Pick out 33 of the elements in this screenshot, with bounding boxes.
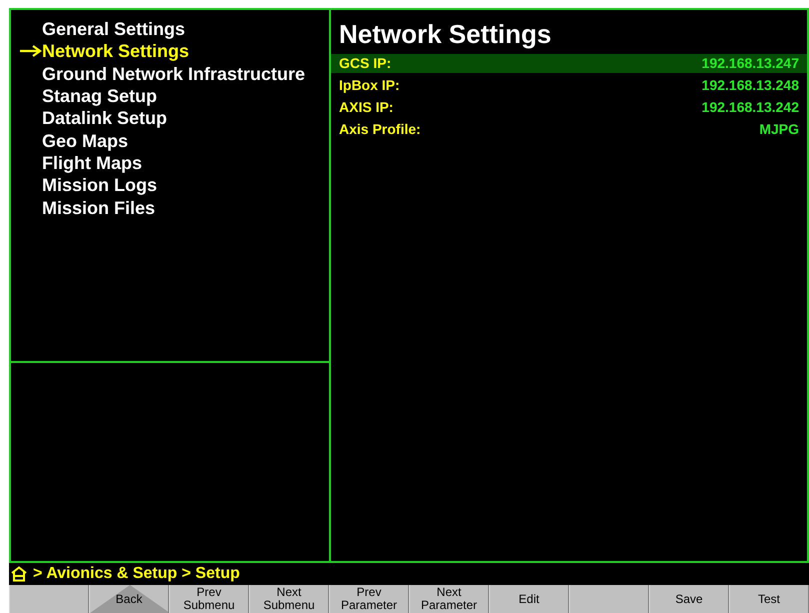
menu-item[interactable]: Mission Files (42, 198, 156, 217)
panel-title: Network Settings (338, 18, 552, 51)
breadcrumb: > Avionics & Setup > Setup (33, 564, 240, 584)
softkey[interactable]: Prev Parameter (329, 585, 409, 613)
parameter-label: Axis Profile: (339, 120, 421, 139)
menu-item[interactable]: Datalink Setup (42, 109, 168, 128)
parameter-value: MJPG (759, 120, 799, 139)
parameter-value: 192.168.13.242 (702, 98, 799, 117)
parameter-row[interactable]: IpBox IP: 192.168.13.248 (331, 76, 807, 95)
softkey[interactable]: Prev Submenu (169, 585, 249, 613)
parameter-value: 192.168.13.248 (702, 76, 799, 95)
back-softkey[interactable]: Back (89, 585, 169, 613)
menu-item[interactable]: Flight Maps (42, 154, 142, 172)
menu-item[interactable]: Stanag Setup (42, 87, 158, 106)
parameter-row[interactable]: AXIS IP: 192.168.13.242 (331, 98, 807, 117)
softkey[interactable]: Next Parameter (409, 585, 489, 613)
home-icon[interactable] (11, 566, 27, 582)
parameter-row[interactable]: GCS IP: 192.168.13.247 (331, 54, 807, 73)
arrow-icon (20, 45, 42, 58)
parameter-row[interactable]: Axis Profile: MJPG (331, 120, 807, 139)
parameter-value: 192.168.13.247 (702, 54, 799, 73)
parameter-label: IpBox IP: (339, 76, 400, 95)
menu-item[interactable]: Mission Logs (42, 176, 158, 194)
softkey[interactable]: Test (729, 585, 809, 613)
menu-item[interactable]: Ground Network Infrastructure (42, 64, 306, 83)
parameter-label: GCS IP: (339, 54, 392, 73)
parameter-label: AXIS IP: (339, 98, 394, 117)
softkey[interactable]: Edit (489, 585, 569, 613)
menu-item[interactable]: Geo Maps (42, 132, 128, 150)
menu-item[interactable]: Network Settings (42, 42, 190, 60)
menu-item[interactable]: General Settings (42, 20, 186, 38)
softkey[interactable]: Next Submenu (249, 585, 329, 613)
softkey[interactable]: Save (649, 585, 729, 613)
